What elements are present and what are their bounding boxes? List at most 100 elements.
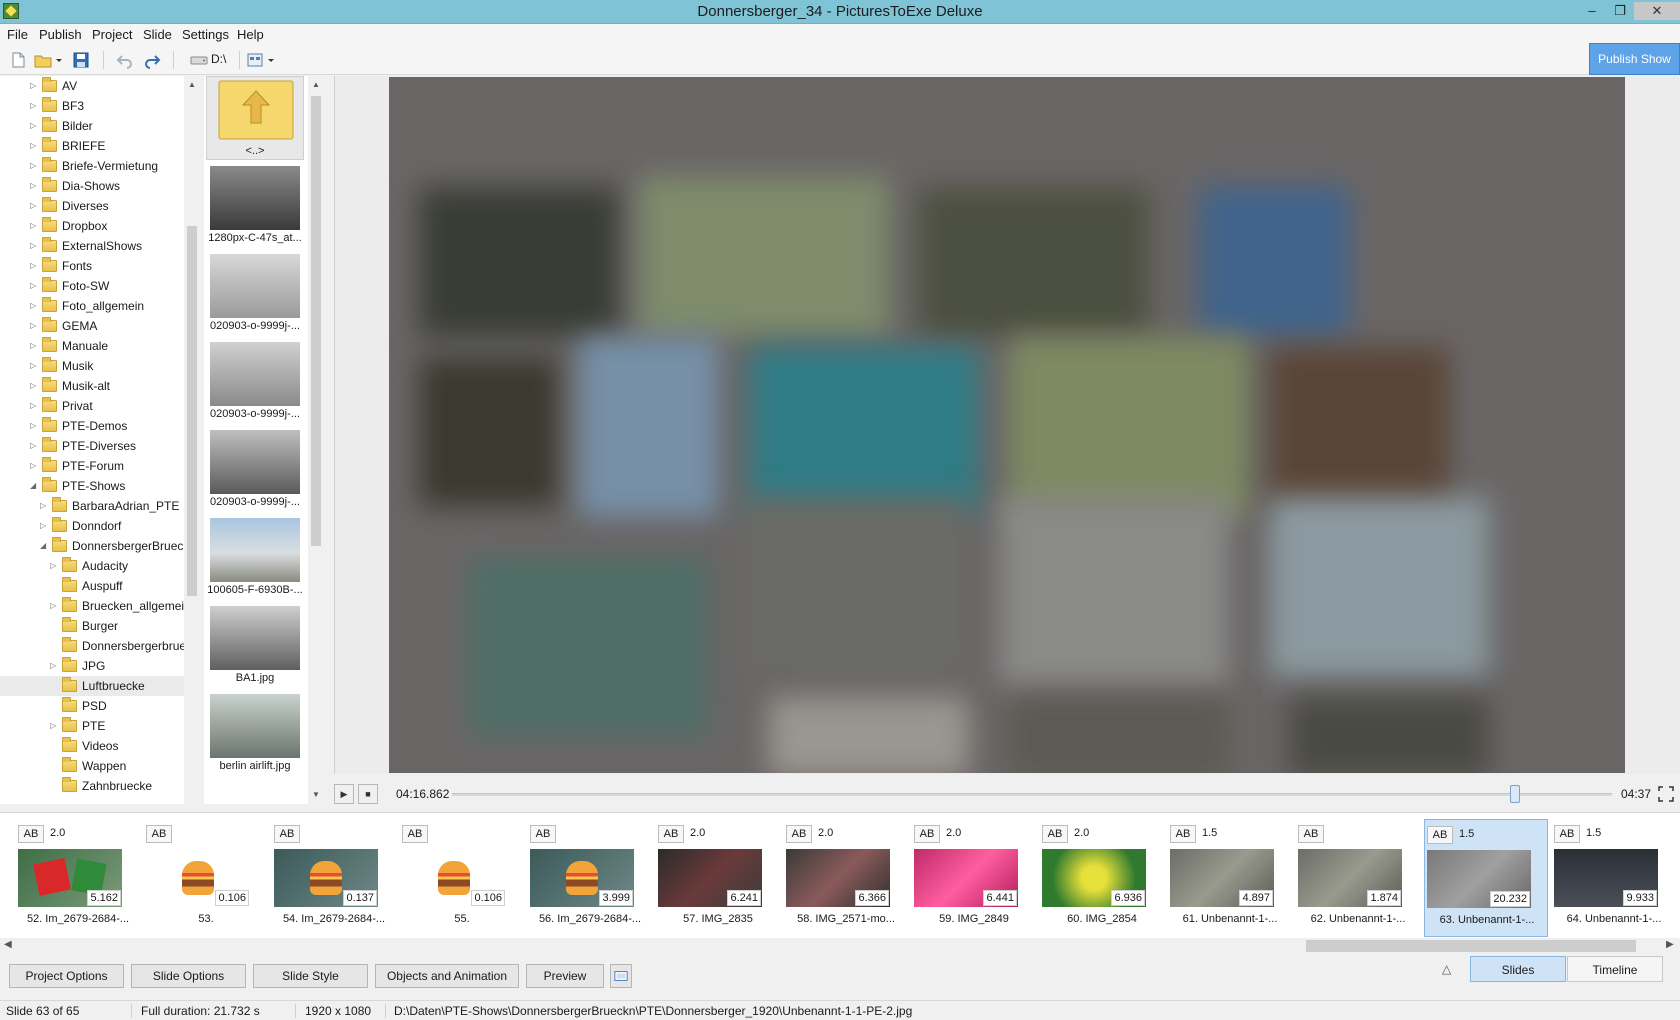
file-item[interactable]: 020903-o-9999j-... xyxy=(206,252,304,336)
menu-settings[interactable]: Settings xyxy=(182,27,229,42)
tree-item[interactable]: Auspuff xyxy=(0,576,184,596)
tree-item[interactable]: ▷ GEMA xyxy=(0,316,184,336)
new-file-icon[interactable] xyxy=(9,51,27,69)
expand-arrow-icon[interactable]: ▷ xyxy=(30,136,40,156)
open-folder-icon[interactable] xyxy=(34,51,52,69)
menu-help[interactable]: Help xyxy=(237,27,264,42)
ab-badge[interactable]: AB xyxy=(274,825,300,843)
expand-arrow-icon[interactable]: ▷ xyxy=(50,596,60,616)
expand-arrow-icon[interactable]: ▷ xyxy=(30,256,40,276)
scroll-up-icon[interactable]: ▲ xyxy=(312,80,320,89)
tree-item[interactable]: ▷ BF3 xyxy=(0,96,184,116)
file-item[interactable]: 020903-o-9999j-... xyxy=(206,428,304,512)
collapse-arrow-icon[interactable]: ◢ xyxy=(30,476,40,496)
expand-arrow-icon[interactable]: ▷ xyxy=(30,96,40,116)
expand-arrow-icon[interactable]: ▷ xyxy=(30,116,40,136)
slide-thumbnail-item[interactable]: AB 0.106 53. xyxy=(144,819,268,937)
expand-arrow-icon[interactable]: ▷ xyxy=(30,216,40,236)
tree-item[interactable]: ▷ Musik xyxy=(0,356,184,376)
expand-arrow-icon[interactable]: ▷ xyxy=(30,156,40,176)
tree-item[interactable]: ▷ AV xyxy=(0,76,184,96)
tree-item[interactable]: ▷ BRIEFE xyxy=(0,136,184,156)
tree-item[interactable]: PSD xyxy=(0,696,184,716)
ab-badge[interactable]: AB xyxy=(914,825,940,843)
tree-item[interactable]: ▷ Dropbox xyxy=(0,216,184,236)
tree-item[interactable]: ◢ PTE-Shows xyxy=(0,476,184,496)
slide-thumbnail-item[interactable]: AB 1.5 4.897 61. Unbenannt-1-... xyxy=(1168,819,1292,937)
file-item[interactable]: BA1.jpg xyxy=(206,604,304,688)
tree-item[interactable]: ▷ PTE-Diverses xyxy=(0,436,184,456)
view-dropdown-icon[interactable] xyxy=(266,51,276,69)
slide-style-button[interactable]: Slide Style xyxy=(253,964,368,988)
tree-item[interactable]: ▷ PTE xyxy=(0,716,184,736)
ab-badge[interactable]: AB xyxy=(1427,826,1453,844)
expand-arrow-icon[interactable]: ▷ xyxy=(30,236,40,256)
tab-slides[interactable]: Slides xyxy=(1470,956,1566,982)
tree-item[interactable]: ◢ DonnersbergerBrueck xyxy=(0,536,184,556)
menu-slide[interactable]: Slide xyxy=(143,27,172,42)
scroll-left-icon[interactable]: ◀ xyxy=(4,939,12,950)
tree-item[interactable]: ▷ Briefe-Vermietung xyxy=(0,156,184,176)
tree-item[interactable]: ▷ Donndorf xyxy=(0,516,184,536)
expand-arrow-icon[interactable]: ▷ xyxy=(30,456,40,476)
tree-item[interactable]: ▷ Foto_allgemein xyxy=(0,296,184,316)
tree-item[interactable]: ▷ Dia-Shows xyxy=(0,176,184,196)
slide-preview-canvas[interactable] xyxy=(389,77,1625,773)
tree-item[interactable]: Wappen xyxy=(0,756,184,776)
objects-and-animation-button[interactable]: Objects and Animation xyxy=(375,964,519,988)
tree-item[interactable]: Zahnbruecke xyxy=(0,776,184,796)
expand-arrow-icon[interactable]: ▷ xyxy=(50,656,60,676)
slide-thumbnail-item[interactable]: AB 2.0 6.441 59. IMG_2849 xyxy=(912,819,1036,937)
slide-strip-scrollbar[interactable]: ◀ ▶ xyxy=(0,938,1680,954)
open-dropdown-icon[interactable] xyxy=(54,51,64,69)
ab-badge[interactable]: AB xyxy=(1298,825,1324,843)
tree-item[interactable]: Luftbruecke xyxy=(0,676,184,696)
file-scrollbar[interactable]: ▲ ▼ xyxy=(308,76,324,804)
tree-item[interactable]: ▷ JPG xyxy=(0,656,184,676)
tree-item[interactable]: ▷ Bilder xyxy=(0,116,184,136)
drive-label[interactable]: D:\ xyxy=(211,52,226,66)
expand-arrow-icon[interactable]: ▷ xyxy=(30,276,40,296)
timeline-slider-handle[interactable] xyxy=(1510,785,1520,803)
tree-item[interactable]: ▷ Foto-SW xyxy=(0,276,184,296)
tree-item[interactable]: Donnersbergerbrue xyxy=(0,636,184,656)
expand-arrow-icon[interactable]: ▷ xyxy=(30,76,40,96)
slide-thumbnail-item[interactable]: AB 1.874 62. Unbenannt-1-... xyxy=(1296,819,1420,937)
slide-strip-scroll-thumb[interactable] xyxy=(1306,940,1636,952)
expand-arrow-icon[interactable]: ▷ xyxy=(30,296,40,316)
expand-arrow-icon[interactable]: ▷ xyxy=(30,356,40,376)
expand-arrow-icon[interactable]: ▷ xyxy=(30,416,40,436)
ab-badge[interactable]: AB xyxy=(146,825,172,843)
slide-thumbnail-item[interactable]: AB 2.0 6.936 60. IMG_2854 xyxy=(1040,819,1164,937)
expand-arrow-icon[interactable]: ▷ xyxy=(30,176,40,196)
minimize-button[interactable]: – xyxy=(1578,2,1606,20)
slide-thumbnail-item[interactable]: AB 2.0 5.162 52. Im_2679-2684-... xyxy=(16,819,140,937)
restore-button[interactable]: ❐ xyxy=(1606,2,1634,20)
expand-arrow-icon[interactable]: ▷ xyxy=(30,396,40,416)
menu-publish[interactable]: Publish xyxy=(39,27,82,42)
view-mode-icon[interactable] xyxy=(246,51,264,69)
file-scroll-thumb[interactable] xyxy=(311,96,321,546)
tree-item[interactable]: ▷ PTE-Demos xyxy=(0,416,184,436)
ab-badge[interactable]: AB xyxy=(1042,825,1068,843)
slide-thumbnail-item[interactable]: AB 2.0 6.366 58. IMG_2571-mo... xyxy=(784,819,908,937)
undo-icon[interactable] xyxy=(116,51,134,69)
timeline-slider-track[interactable] xyxy=(452,793,1612,796)
tree-item[interactable]: ▷ Musik-alt xyxy=(0,376,184,396)
tree-item[interactable]: ▷ PTE-Forum xyxy=(0,456,184,476)
ab-badge[interactable]: AB xyxy=(786,825,812,843)
ab-badge[interactable]: AB xyxy=(1170,825,1196,843)
collapse-toggle-icon[interactable]: △ xyxy=(1442,962,1451,976)
scroll-down-icon[interactable]: ▼ xyxy=(312,790,320,799)
publish-show-button[interactable]: Publish Show xyxy=(1589,43,1680,75)
save-icon[interactable] xyxy=(72,51,90,69)
fullscreen-preview-button[interactable] xyxy=(610,964,632,988)
tab-timeline[interactable]: Timeline xyxy=(1567,956,1663,982)
expand-arrow-icon[interactable]: ▷ xyxy=(40,516,50,536)
menu-project[interactable]: Project xyxy=(92,27,132,42)
project-options-button[interactable]: Project Options xyxy=(9,964,124,988)
drive-icon[interactable] xyxy=(189,51,209,69)
tree-item[interactable]: ▷ ExternalShows xyxy=(0,236,184,256)
tree-item[interactable]: Videos xyxy=(0,736,184,756)
tree-item[interactable]: ▷ Audacity xyxy=(0,556,184,576)
